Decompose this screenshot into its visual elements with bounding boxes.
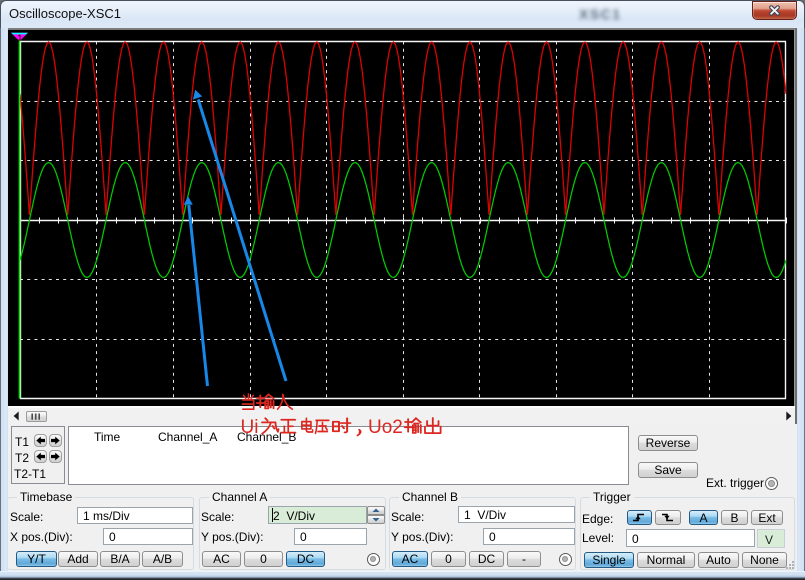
svg-text:Ui: Ui: [241, 417, 259, 438]
svg-text:Uo2: Uo2: [368, 417, 403, 438]
